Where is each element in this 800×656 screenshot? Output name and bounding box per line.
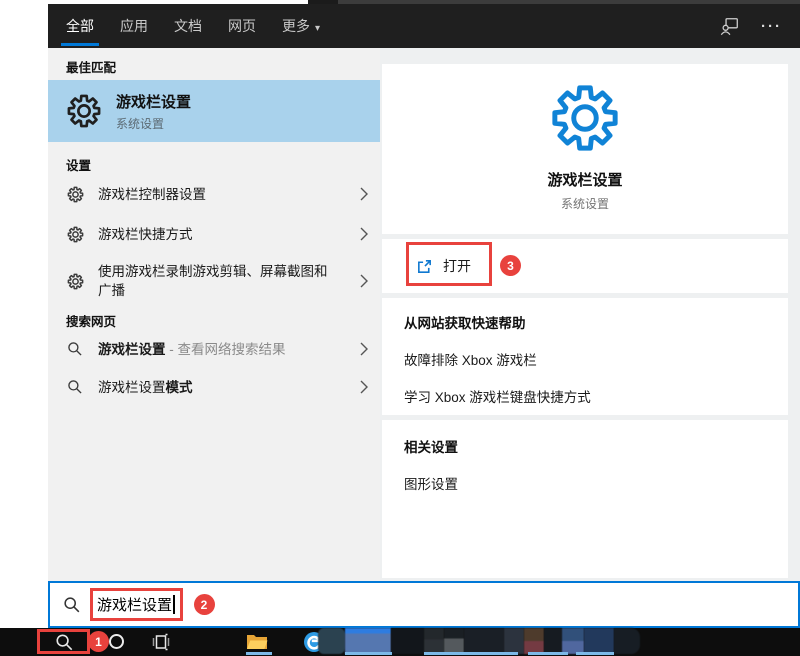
settings-section-header: 设置 <box>48 158 380 174</box>
tab-web-label: 网页 <box>228 18 256 34</box>
blurred-app-icon[interactable] <box>614 628 640 654</box>
tab-all-label: 全部 <box>66 18 94 34</box>
annotation-badge-2: 2 <box>194 594 215 615</box>
tab-apps-label: 应用 <box>120 18 148 34</box>
web-query-text: 游戏栏设置 <box>98 342 166 357</box>
best-match-title: 游戏栏设置 <box>116 91 191 112</box>
open-action-card: 打开 3 <box>382 239 788 293</box>
result-label: 游戏栏控制器设置 <box>98 185 206 204</box>
blurred-app-icon[interactable] <box>544 628 562 654</box>
settings-result-shortcuts[interactable]: 游戏栏快捷方式 <box>48 214 380 254</box>
gear-icon <box>66 186 84 203</box>
more-options-icon[interactable]: ··· <box>761 18 782 35</box>
results-panel: 最佳匹配 游戏栏设置 系统设置 设置 游戏栏控制器设置 游戏栏快捷 <box>48 48 380 581</box>
best-match-result[interactable]: 游戏栏设置 系统设置 <box>48 80 380 142</box>
gear-icon <box>66 93 102 129</box>
annotation-badge-1: 1 <box>88 631 109 652</box>
annotation-box-step3 <box>406 242 492 286</box>
taskbar: 1 <box>0 628 800 656</box>
annotation-box-step2: 游戏栏设置 <box>90 588 183 621</box>
web-result-see-results[interactable]: 游戏栏设置 - 查看网络搜索结果 <box>48 330 380 368</box>
web-query-text: 游戏栏设置 <box>98 380 166 395</box>
settings-result-capture[interactable]: 使用游戏栏录制游戏剪辑、屏幕截图和广播 <box>48 254 380 308</box>
blurred-app-icon[interactable] <box>444 628 464 654</box>
help-header: 从网站获取快速帮助 <box>404 312 766 332</box>
result-label: 游戏栏快捷方式 <box>98 225 193 244</box>
tab-web[interactable]: 网页 <box>226 4 258 48</box>
running-app-indicator <box>345 652 392 655</box>
windows-search-flyout: 全部 应用 文档 网页 更多 ▾ ··· 最佳匹配 <box>48 4 800 628</box>
settings-result-controller[interactable]: 游戏栏控制器设置 <box>48 174 380 214</box>
running-app-indicator <box>576 652 614 655</box>
blurred-app-icon[interactable] <box>562 628 584 654</box>
blurred-app-icon[interactable] <box>318 628 345 654</box>
help-link-troubleshoot[interactable]: 故障排除 Xbox 游戏栏 <box>404 349 766 369</box>
help-card: 从网站获取快速帮助 故障排除 Xbox 游戏栏 学习 Xbox 游戏栏键盘快捷方… <box>382 298 788 415</box>
tab-documents-label: 文档 <box>174 18 202 34</box>
start-button[interactable] <box>9 634 26 651</box>
cortana-icon[interactable] <box>109 634 124 649</box>
task-view-icon[interactable] <box>151 633 171 651</box>
file-explorer-icon[interactable] <box>246 632 268 651</box>
web-suffix-text: - 查看网络搜索结果 <box>166 342 286 357</box>
related-settings-card: 相关设置 图形设置 <box>382 420 788 578</box>
annotation-badge-3: 3 <box>500 255 521 276</box>
best-match-subtitle: 系统设置 <box>116 115 191 132</box>
tab-all[interactable]: 全部 <box>64 4 96 48</box>
related-link-graphics[interactable]: 图形设置 <box>404 473 766 493</box>
tab-more[interactable]: 更多 ▾ <box>280 4 322 48</box>
search-query-text: 游戏栏设置 <box>97 594 172 615</box>
blurred-app-icon[interactable] <box>504 628 524 654</box>
preview-panel: 游戏栏设置 系统设置 打开 3 从网站获取快速帮助 故障排除 Xbox 游戏栏 <box>380 48 800 581</box>
search-icon <box>66 379 84 395</box>
tab-apps[interactable]: 应用 <box>118 4 150 48</box>
running-app-indicator <box>424 652 518 655</box>
active-tab-indicator <box>61 43 99 46</box>
related-settings-header: 相关设置 <box>404 436 766 456</box>
dropdown-arrow-icon: ▾ <box>315 23 320 34</box>
preview-subtitle: 系统设置 <box>561 195 609 212</box>
chevron-right-icon <box>360 342 368 356</box>
web-result-suggestion[interactable]: 游戏栏设置模式 <box>48 368 380 406</box>
blurred-app-icon[interactable] <box>391 628 424 654</box>
tab-more-label: 更多 <box>282 18 310 34</box>
search-web-section-header: 搜索网页 <box>48 314 380 330</box>
best-match-header: 最佳匹配 <box>48 60 380 76</box>
tab-documents[interactable]: 文档 <box>172 4 204 48</box>
help-link-shortcuts[interactable]: 学习 Xbox 游戏栏键盘快捷方式 <box>404 386 766 406</box>
text-caret <box>173 595 175 614</box>
gear-icon <box>66 273 84 290</box>
chevron-right-icon <box>360 380 368 394</box>
web-suggestion-bold: 模式 <box>166 380 193 395</box>
blurred-app-icon[interactable] <box>584 628 614 654</box>
blurred-app-icon[interactable] <box>524 628 544 654</box>
taskbar-search-icon[interactable] <box>54 632 74 652</box>
preview-title: 游戏栏设置 <box>547 169 622 190</box>
chevron-right-icon <box>360 227 368 241</box>
search-icon <box>66 341 84 357</box>
settings-gear-icon <box>549 82 621 159</box>
blurred-app-icon[interactable] <box>345 628 391 654</box>
search-input[interactable]: 游戏栏设置 2 <box>48 581 800 628</box>
running-app-indicator <box>528 652 568 655</box>
app-preview-card: 游戏栏设置 系统设置 <box>382 64 788 234</box>
blurred-app-icon[interactable] <box>464 628 504 654</box>
gear-icon <box>66 226 84 243</box>
blurred-app-icon[interactable] <box>424 628 444 654</box>
search-header: 全部 应用 文档 网页 更多 ▾ ··· <box>48 4 800 48</box>
account-icon[interactable] <box>720 17 739 36</box>
search-icon <box>63 596 81 614</box>
running-app-indicator <box>246 652 272 655</box>
chevron-right-icon <box>360 274 368 288</box>
chevron-right-icon <box>360 187 368 201</box>
result-label: 使用游戏栏录制游戏剪辑、屏幕截图和广播 <box>98 262 336 300</box>
